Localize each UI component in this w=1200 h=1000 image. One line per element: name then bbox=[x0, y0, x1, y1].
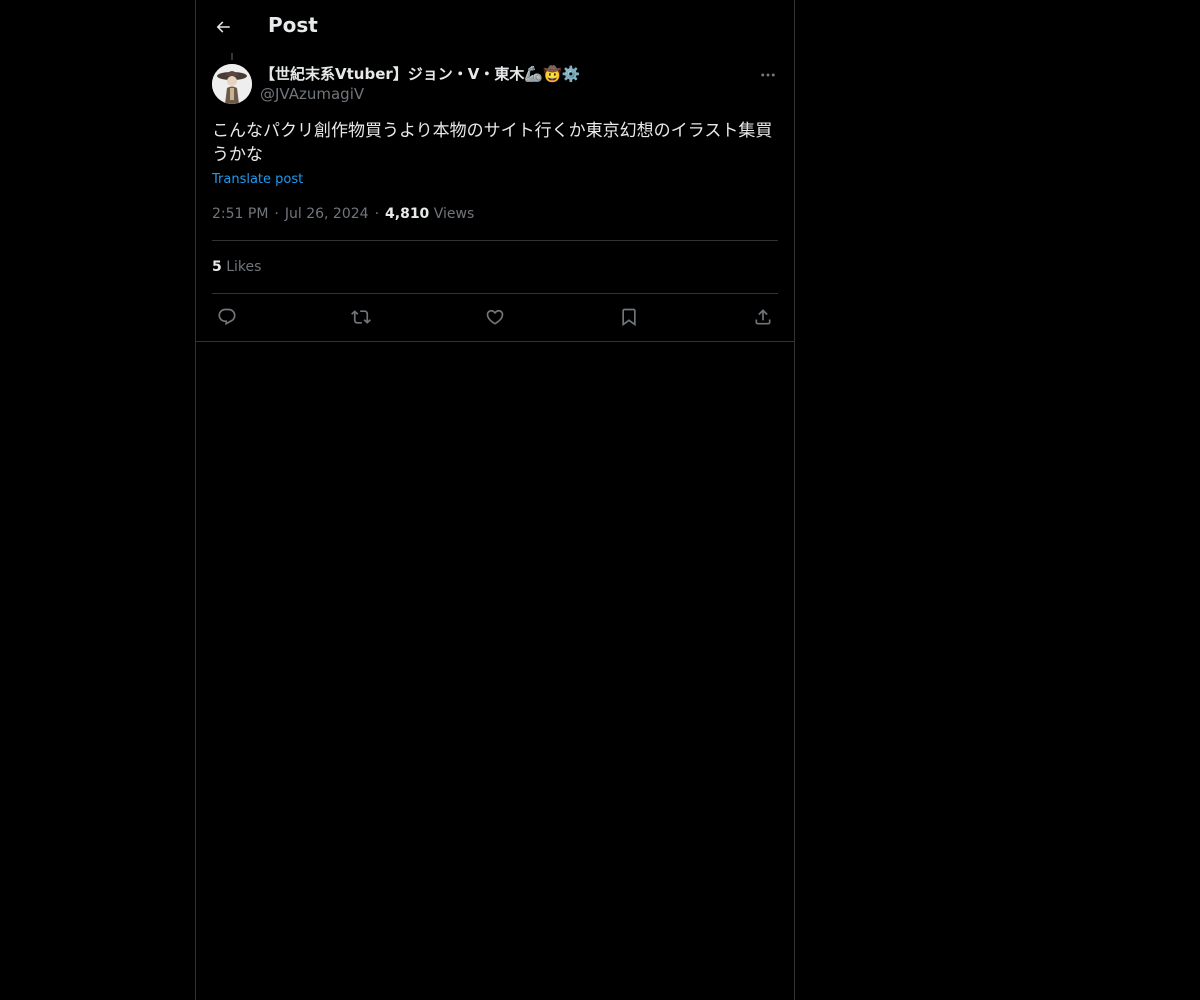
bookmark-button[interactable] bbox=[615, 303, 643, 331]
post-date[interactable]: Jul 26, 2024 bbox=[285, 206, 369, 222]
author-block: 【世紀末系Vtuber】ジョン・V・東木🦾🤠⚙️ @JVAzumagiV bbox=[260, 64, 580, 104]
more-options-button[interactable] bbox=[754, 64, 782, 86]
heart-icon bbox=[486, 309, 504, 325]
translate-post-link[interactable]: Translate post bbox=[212, 171, 303, 188]
bookmark-icon bbox=[622, 308, 636, 327]
meta-separator: · bbox=[274, 206, 279, 222]
like-button[interactable] bbox=[481, 303, 509, 331]
post-time[interactable]: 2:51 PM bbox=[212, 206, 268, 222]
repost-button[interactable] bbox=[347, 303, 375, 331]
author-display-name[interactable]: 【世紀末系Vtuber】ジョン・V・東木🦾🤠⚙️ bbox=[260, 64, 580, 84]
avatar-image bbox=[212, 64, 252, 104]
main-column: Post 【世紀末系Vtuber】ジョン・V・東木🦾🤠⚙️ @JVAzumagi… bbox=[195, 0, 795, 1000]
more-horizontal-icon bbox=[761, 73, 775, 77]
action-bar bbox=[212, 303, 778, 331]
views-label: Views bbox=[433, 206, 475, 222]
post-meta: 2:51 PM · Jul 26, 2024 · 4,810 Views bbox=[212, 205, 474, 224]
avatar[interactable] bbox=[212, 64, 252, 104]
likes-count: 5 bbox=[212, 259, 222, 275]
post-text: こんなパクリ創作物買うより本物のサイト行くか東京幻想のイラスト集買うかな bbox=[212, 121, 773, 165]
reply-button[interactable] bbox=[213, 303, 241, 331]
arrow-left-icon bbox=[216, 21, 230, 33]
page-title: Post bbox=[268, 13, 318, 37]
likes-count-link[interactable]: 5 Likes bbox=[212, 258, 261, 277]
thread-connector-line bbox=[231, 53, 233, 60]
divider bbox=[212, 293, 778, 294]
post-bottom-border bbox=[196, 341, 794, 342]
reply-icon bbox=[218, 308, 236, 326]
meta-separator: · bbox=[374, 206, 380, 222]
author-handle[interactable]: @JVAzumagiV bbox=[260, 84, 580, 104]
share-button[interactable] bbox=[749, 303, 777, 331]
page-header: Post bbox=[196, 0, 794, 53]
back-button[interactable] bbox=[206, 10, 240, 44]
share-icon bbox=[755, 309, 771, 325]
likes-label: Likes bbox=[226, 259, 262, 275]
views-count: 4,810 bbox=[385, 206, 430, 222]
divider bbox=[212, 240, 778, 241]
repost-icon bbox=[351, 310, 371, 324]
